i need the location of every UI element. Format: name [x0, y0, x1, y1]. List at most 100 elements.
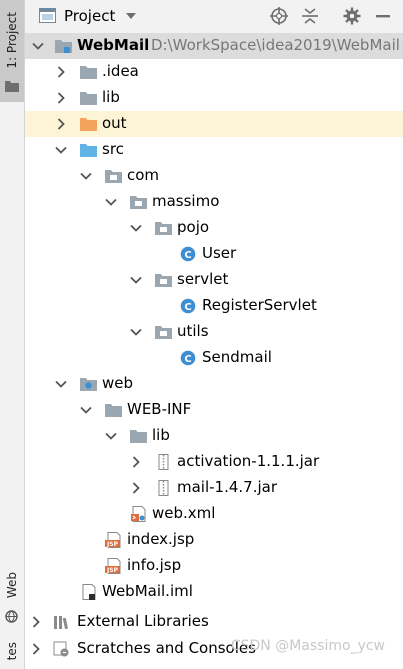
- gear-icon[interactable]: [343, 7, 361, 25]
- tree-row-massimo[interactable]: massimo: [25, 189, 403, 215]
- tree-row-user[interactable]: C User: [25, 241, 403, 267]
- chevron-down-icon[interactable]: [80, 404, 92, 416]
- structure-tool-tab-label: tes: [5, 642, 19, 661]
- tree-row-utils[interactable]: utils: [25, 319, 403, 345]
- java-class-icon: C: [180, 350, 196, 366]
- chevron-down-icon[interactable]: [105, 430, 117, 442]
- tree-label-registerservlet: RegisterServlet: [202, 296, 317, 314]
- locate-crosshair-icon[interactable]: [270, 7, 288, 25]
- project-tool-tab-label: 1: Project: [5, 12, 19, 69]
- chevron-down-icon[interactable]: [32, 40, 44, 52]
- globe-icon: [5, 610, 18, 623]
- watermark: CSDN @Massimo_ycw: [230, 638, 385, 654]
- svg-text:C: C: [184, 354, 191, 365]
- module-folder-icon: [55, 40, 72, 53]
- jsp-file-icon: JSP: [105, 532, 121, 548]
- chevron-right-icon[interactable]: [55, 92, 67, 104]
- tree-row-out[interactable]: out: [25, 111, 403, 137]
- chevron-down-icon[interactable]: [130, 222, 142, 234]
- view-dropdown-chevron-icon[interactable]: [125, 12, 137, 20]
- chevron-down-icon[interactable]: [130, 326, 142, 338]
- project-panel-header: Project: [25, 0, 403, 34]
- iml-file-icon: [82, 584, 96, 600]
- tree-label-webmail: WebMail: [77, 36, 150, 54]
- project-tool-tab[interactable]: 1: Project: [0, 0, 24, 102]
- web-folder-icon: [80, 378, 97, 391]
- package-icon: [105, 170, 122, 183]
- java-class-icon: C: [180, 298, 196, 314]
- tree-row-mail-jar[interactable]: mail-1.4.7.jar: [25, 475, 403, 501]
- chevron-right-icon[interactable]: [30, 643, 42, 655]
- folder-icon: [80, 92, 97, 105]
- tree-row-idea[interactable]: .idea: [25, 59, 403, 85]
- minimize-icon[interactable]: [376, 15, 390, 18]
- chevron-down-icon[interactable]: [80, 170, 92, 182]
- project-tree: WebMail D:\WorkSpace\idea2019\WebMail .i…: [25, 33, 403, 669]
- left-tool-stripe: 1: Project Web tes: [0, 0, 25, 669]
- tree-label-idea: .idea: [102, 62, 139, 80]
- tree-label-pojo: pojo: [177, 218, 210, 236]
- chevron-down-icon[interactable]: [130, 274, 142, 286]
- tree-label-com: com: [127, 166, 160, 184]
- tree-label-user: User: [202, 244, 237, 262]
- web-tool-tab[interactable]: Web: [0, 570, 24, 630]
- folder-icon: [130, 430, 147, 443]
- tree-label-info-jsp: info.jsp: [127, 556, 182, 574]
- tree-row-activation-jar[interactable]: activation-1.1.1.jar: [25, 449, 403, 475]
- project-panel: Project WebMail D:\WorkSpace\idea2019\We…: [25, 0, 403, 669]
- tree-label-external-libraries: External Libraries: [77, 612, 209, 630]
- libraries-icon: [54, 616, 68, 630]
- tree-label-massimo: massimo: [152, 192, 220, 210]
- jar-archive-icon: [158, 480, 169, 496]
- package-icon: [155, 222, 172, 235]
- chevron-right-icon[interactable]: [55, 66, 67, 78]
- tree-row-web-inf[interactable]: WEB-INF: [25, 397, 403, 423]
- jar-archive-icon: [158, 454, 169, 470]
- package-icon: [155, 274, 172, 287]
- package-icon: [130, 196, 147, 209]
- chevron-down-icon[interactable]: [105, 196, 117, 208]
- tree-label-web: web: [102, 374, 134, 392]
- tree-row-servlet[interactable]: servlet: [25, 267, 403, 293]
- tree-row-info-jsp[interactable]: JSP info.jsp: [25, 553, 403, 579]
- tree-row-sendmail[interactable]: C Sendmail: [25, 345, 403, 371]
- chevron-right-icon[interactable]: [130, 456, 142, 468]
- scratches-icon: [53, 641, 69, 657]
- tree-label-activation-jar: activation-1.1.1.jar: [177, 452, 320, 470]
- tree-row-web-inf-lib[interactable]: lib: [25, 423, 403, 449]
- svg-text:C: C: [184, 250, 191, 261]
- source-folder-icon: [80, 144, 97, 157]
- tree-label-web-inf: WEB-INF: [127, 400, 192, 418]
- structure-tool-tab[interactable]: tes: [0, 640, 24, 669]
- tree-row-web[interactable]: web: [25, 371, 403, 397]
- tree-row-com[interactable]: com: [25, 163, 403, 189]
- tree-label-src: src: [102, 140, 124, 158]
- package-icon: [155, 326, 172, 339]
- project-view-title[interactable]: Project: [64, 7, 115, 25]
- chevron-down-icon[interactable]: [55, 378, 67, 390]
- collapse-all-icon[interactable]: [302, 7, 318, 25]
- tree-row-webmail-root[interactable]: WebMail D:\WorkSpace\idea2019\WebMail: [25, 33, 403, 59]
- jsp-file-icon: JSP: [105, 558, 121, 574]
- tree-label-servlet: servlet: [177, 270, 229, 288]
- tree-row-index-jsp[interactable]: JSP index.jsp: [25, 527, 403, 553]
- chevron-right-icon[interactable]: [55, 118, 67, 130]
- tree-row-registerservlet[interactable]: C RegisterServlet: [25, 293, 403, 319]
- java-class-icon: C: [180, 246, 196, 262]
- tree-row-external-libraries[interactable]: External Libraries: [25, 609, 403, 635]
- tree-row-src[interactable]: src: [25, 137, 403, 163]
- chevron-right-icon[interactable]: [130, 482, 142, 494]
- tree-row-web-xml[interactable]: web.xml: [25, 501, 403, 527]
- tree-label-web-xml: web.xml: [152, 504, 216, 522]
- tree-label-index-jsp: index.jsp: [127, 530, 195, 548]
- chevron-down-icon[interactable]: [55, 144, 67, 156]
- xml-file-icon: [131, 506, 146, 522]
- tree-row-pojo[interactable]: pojo: [25, 215, 403, 241]
- tree-label-scratches: Scratches and Consoles: [77, 639, 256, 657]
- excluded-folder-icon: [80, 118, 97, 131]
- tree-label-sendmail: Sendmail: [202, 348, 272, 366]
- chevron-right-icon[interactable]: [30, 616, 42, 628]
- tree-row-webmail-iml[interactable]: WebMail.iml: [25, 579, 403, 605]
- tree-label-out: out: [102, 114, 127, 132]
- tree-row-lib[interactable]: lib: [25, 85, 403, 111]
